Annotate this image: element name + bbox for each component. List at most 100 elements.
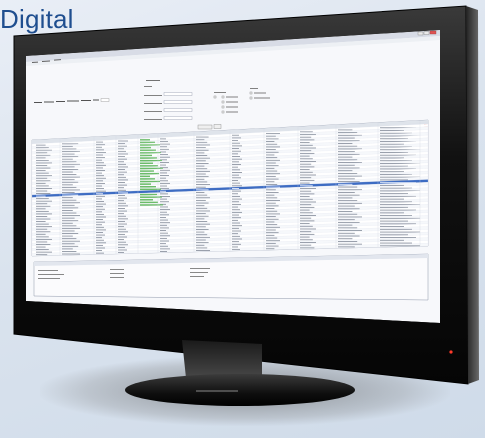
table-cell: [300, 139, 315, 141]
table-cell: [266, 141, 275, 143]
table-cell: [232, 180, 238, 181]
table-cell: [338, 162, 362, 163]
table-cell: [196, 197, 210, 199]
table-cell: [232, 182, 240, 184]
table-cell: [62, 169, 79, 170]
table-cell: [36, 177, 48, 179]
table-cell: [300, 206, 315, 208]
table-cell: [300, 231, 312, 233]
table-cell: [300, 188, 316, 189]
table-cell: [232, 187, 239, 189]
table-cell: [338, 132, 358, 134]
table-cell: [96, 175, 104, 177]
table-cell: [300, 244, 312, 246]
table-cell: [160, 243, 166, 245]
table-cell: [62, 230, 75, 232]
table-cell: [232, 198, 242, 200]
table-cell: [62, 238, 77, 240]
table-cell: [266, 197, 278, 199]
table-cell: [118, 197, 127, 199]
table-cell: [300, 223, 310, 225]
table-cell: [338, 156, 353, 158]
table-cell: [380, 228, 412, 230]
table-cell: [62, 204, 75, 206]
table-cell: [266, 143, 278, 145]
table-cell: [266, 159, 280, 161]
table-cell: [232, 195, 240, 197]
table-cell: [300, 152, 315, 154]
table-cell: [96, 208, 105, 210]
table-cell: [338, 192, 355, 193]
status-bar: [140, 193, 157, 196]
table-cell: [118, 200, 124, 202]
table-cell: [160, 182, 170, 184]
table-cell: [118, 249, 127, 251]
table-cell: [62, 212, 77, 214]
table-cell: [196, 199, 206, 201]
table-cell: [232, 185, 242, 187]
table-cell: [338, 181, 360, 183]
table-cell: [36, 182, 46, 184]
table-cell: [62, 253, 80, 255]
table-cell: [266, 194, 275, 196]
table-cell: [160, 180, 168, 182]
table-cell: [118, 192, 128, 194]
table-cell: [196, 152, 205, 154]
table-cell: [62, 243, 75, 245]
table-cell: [232, 233, 238, 235]
table-cell: [118, 187, 124, 189]
table-cell: [232, 230, 241, 232]
table-cell: [232, 158, 242, 160]
table-cell: [36, 249, 49, 251]
table-cell: [300, 233, 315, 235]
status-bar: [140, 185, 156, 188]
table-cell: [118, 169, 125, 170]
table-cell: [118, 174, 124, 176]
table-cell: [232, 148, 239, 149]
table-cell: [160, 185, 167, 187]
table-cell: [160, 227, 169, 229]
table-cell: [96, 172, 102, 174]
table-cell: [338, 219, 355, 221]
table-cell: [118, 179, 128, 181]
table-cell: [300, 228, 316, 230]
table-cell: [36, 208, 46, 210]
table-cell: [380, 231, 420, 233]
table-cell: [62, 184, 73, 186]
table-cell: [338, 153, 360, 155]
table-cell: [160, 169, 170, 171]
table-cell: [118, 208, 125, 209]
table-cell: [118, 231, 128, 233]
table-cell: [160, 190, 166, 192]
table-cell: [266, 242, 276, 244]
table-cell: [300, 142, 310, 144]
table-cell: [160, 164, 166, 166]
table-cell: [338, 227, 358, 229]
table-cell: [62, 181, 79, 183]
table-cell: [232, 225, 242, 227]
table-cell: [232, 206, 238, 208]
table-cell: [96, 237, 102, 239]
table-cell: [266, 167, 275, 169]
table-cell: [62, 186, 77, 188]
table-cell: [232, 156, 240, 157]
table-cell: [118, 210, 127, 212]
table-cell: [338, 246, 355, 248]
table-cell: [196, 202, 209, 204]
table-cell: [380, 198, 404, 200]
table-cell: [232, 217, 241, 219]
table-cell: [380, 242, 412, 244]
table-cell: [118, 205, 128, 207]
table-cell: [62, 166, 75, 168]
table-cell: [338, 238, 353, 240]
table-cell: [266, 218, 279, 220]
table-cell: [338, 159, 358, 161]
table-cell: [300, 166, 315, 168]
table-cell: [300, 209, 310, 211]
status-bar: [140, 172, 159, 175]
table-cell: [160, 235, 170, 237]
table-cell: [62, 251, 77, 252]
table-cell: [96, 244, 103, 246]
table-cell: [36, 244, 51, 245]
table-cell: [232, 241, 239, 243]
